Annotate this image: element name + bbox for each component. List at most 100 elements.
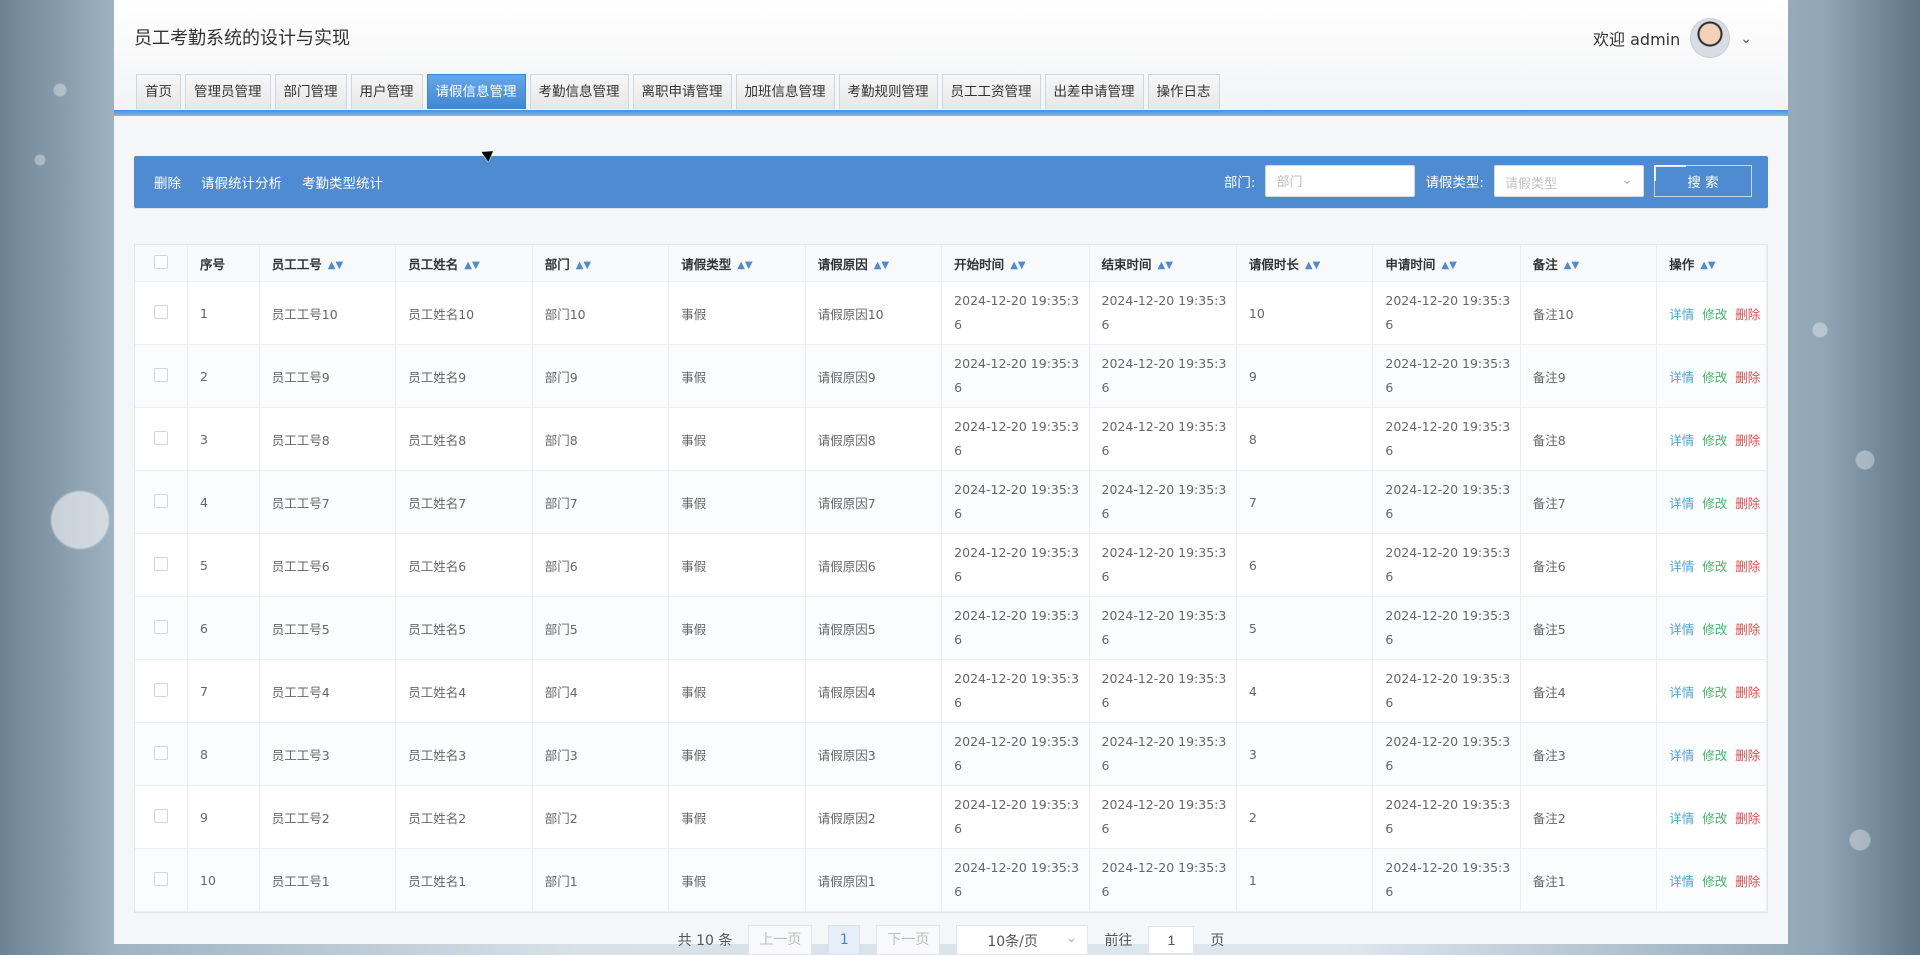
attendance-type-stats-link[interactable]: 考勤类型统计 [302, 172, 383, 192]
edit-link[interactable]: 修改 [1702, 871, 1727, 890]
delete-link[interactable]: 删除 [1735, 619, 1760, 638]
chevron-down-icon[interactable]: ⌄ [1740, 31, 1752, 47]
leave-stats-link[interactable]: 请假统计分析 [201, 172, 282, 192]
row-select-cell[interactable] [135, 848, 189, 912]
row-select-cell[interactable] [135, 785, 189, 849]
col-type[interactable]: 请假类型 ▲▼ [668, 245, 806, 282]
delete-link[interactable]: 删除 [154, 172, 181, 192]
nav-salary-manage[interactable]: 员工工资管理 [941, 74, 1041, 109]
edit-link[interactable]: 修改 [1702, 682, 1727, 701]
nav-trip-manage[interactable]: 出差申请管理 [1044, 74, 1144, 109]
detail-link[interactable]: 详情 [1669, 430, 1694, 449]
prev-page-button[interactable]: 上一页 [748, 925, 813, 955]
next-page-button[interactable]: 下一页 [876, 925, 941, 955]
department-input[interactable] [1265, 165, 1416, 197]
row-checkbox[interactable] [154, 493, 169, 508]
detail-link[interactable]: 详情 [1669, 556, 1694, 575]
detail-link[interactable]: 详情 [1669, 745, 1694, 764]
detail-link[interactable]: 详情 [1669, 682, 1694, 701]
delete-link[interactable]: 删除 [1735, 808, 1760, 827]
current-page[interactable]: 1 [828, 925, 861, 955]
col-start[interactable]: 开始时间 ▲▼ [941, 245, 1090, 282]
col-reason[interactable]: 请假原因 ▲▼ [805, 245, 943, 282]
row-checkbox[interactable] [154, 871, 169, 886]
sort-icon[interactable]: ▲▼ [737, 260, 752, 271]
edit-link[interactable]: 修改 [1702, 745, 1727, 764]
row-checkbox[interactable] [154, 745, 169, 760]
user-menu[interactable]: 欢迎 admin ⌄ [1593, 18, 1752, 58]
edit-link[interactable]: 修改 [1702, 619, 1727, 638]
nav-admin-manage[interactable]: 管理员管理 [185, 74, 271, 109]
col-emp-no[interactable]: 员工工号 ▲▼ [259, 245, 397, 282]
col-dept[interactable]: 部门 ▲▼ [532, 245, 670, 282]
col-duration[interactable]: 请假时长 ▲▼ [1236, 245, 1374, 282]
sort-icon[interactable]: ▲▼ [1305, 260, 1320, 271]
edit-link[interactable]: 修改 [1702, 493, 1727, 512]
sort-icon[interactable]: ▲▼ [576, 260, 591, 271]
sort-icon[interactable]: ▲▼ [464, 260, 479, 271]
select-all-cell[interactable] [135, 245, 189, 282]
nav-dept-manage[interactable]: 部门管理 [274, 74, 347, 109]
col-end[interactable]: 结束时间 ▲▼ [1089, 245, 1237, 282]
goto-page-input[interactable] [1148, 926, 1195, 954]
nav-operation-log[interactable]: 操作日志 [1147, 74, 1220, 109]
row-checkbox[interactable] [154, 619, 169, 634]
delete-link[interactable]: 删除 [1735, 493, 1760, 512]
delete-link[interactable]: 删除 [1735, 871, 1760, 890]
nav-overtime-manage[interactable]: 加班信息管理 [735, 74, 835, 109]
col-name[interactable]: 员工姓名 ▲▼ [395, 245, 533, 282]
col-apply[interactable]: 申请时间 ▲▼ [1372, 245, 1521, 282]
nav-user-manage[interactable]: 用户管理 [350, 74, 423, 109]
leave-type-select[interactable]: 请假类型 ⌄ [1494, 165, 1644, 197]
edit-link[interactable]: 修改 [1702, 556, 1727, 575]
sort-icon[interactable]: ▲▼ [874, 260, 889, 271]
select-all-checkbox[interactable] [154, 254, 169, 269]
sort-icon[interactable]: ▲▼ [328, 260, 343, 271]
row-select-cell[interactable] [135, 722, 189, 786]
page-size-select[interactable]: 10条/页 ⌄ [956, 925, 1089, 955]
detail-link[interactable]: 详情 [1669, 871, 1694, 890]
delete-link[interactable]: 删除 [1735, 430, 1760, 449]
row-select-cell[interactable] [135, 344, 189, 408]
row-checkbox[interactable] [154, 682, 169, 697]
nav-leave-manage[interactable]: 请假信息管理 [426, 74, 526, 109]
delete-link[interactable]: 删除 [1735, 367, 1760, 386]
delete-link[interactable]: 删除 [1735, 745, 1760, 764]
row-checkbox[interactable] [154, 430, 169, 445]
sort-icon[interactable]: ▲▼ [1700, 260, 1715, 271]
row-select-cell[interactable] [135, 533, 189, 597]
col-actions[interactable]: 操作 ▲▼ [1656, 245, 1767, 282]
col-remark[interactable]: 备注 ▲▼ [1520, 245, 1658, 282]
sort-icon[interactable]: ▲▼ [1564, 260, 1579, 271]
search-button[interactable]: 搜 索 [1654, 165, 1752, 197]
edit-link[interactable]: 修改 [1702, 808, 1727, 827]
row-checkbox[interactable] [154, 367, 169, 382]
nav-resign-manage[interactable]: 离职申请管理 [632, 74, 732, 109]
row-checkbox[interactable] [154, 808, 169, 823]
row-select-cell[interactable] [135, 596, 189, 660]
edit-link[interactable]: 修改 [1702, 304, 1727, 323]
edit-link[interactable]: 修改 [1702, 367, 1727, 386]
detail-link[interactable]: 详情 [1669, 304, 1694, 323]
detail-link[interactable]: 详情 [1669, 619, 1694, 638]
row-checkbox[interactable] [154, 556, 169, 571]
sort-icon[interactable]: ▲▼ [1010, 260, 1025, 271]
nav-home[interactable]: 首页 [136, 74, 181, 109]
row-checkbox[interactable] [154, 304, 169, 319]
edit-link[interactable]: 修改 [1702, 430, 1727, 449]
nav-attendance-manage[interactable]: 考勤信息管理 [529, 74, 629, 109]
row-select-cell[interactable] [135, 470, 189, 534]
row-select-cell[interactable] [135, 281, 189, 345]
row-select-cell[interactable] [135, 659, 189, 723]
nav-rules-manage[interactable]: 考勤规则管理 [838, 74, 938, 109]
detail-link[interactable]: 详情 [1669, 808, 1694, 827]
detail-link[interactable]: 详情 [1669, 493, 1694, 512]
delete-link[interactable]: 删除 [1735, 556, 1760, 575]
sort-icon[interactable]: ▲▼ [1158, 260, 1173, 271]
sort-icon[interactable]: ▲▼ [1441, 260, 1456, 271]
row-select-cell[interactable] [135, 407, 189, 471]
avatar[interactable] [1690, 18, 1731, 58]
delete-link[interactable]: 删除 [1735, 304, 1760, 323]
detail-link[interactable]: 详情 [1669, 367, 1694, 386]
delete-link[interactable]: 删除 [1735, 682, 1760, 701]
